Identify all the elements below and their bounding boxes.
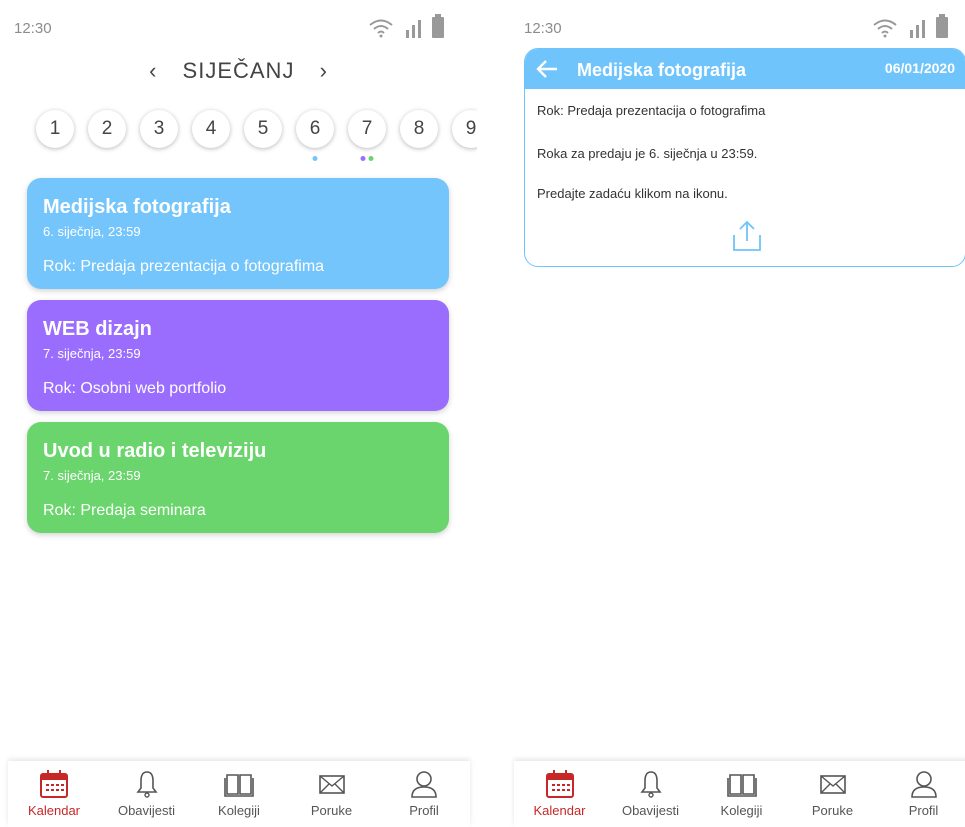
battery-icon [936,14,948,38]
day-number: 8 [413,118,425,139]
nav-label: Poruke [310,803,353,818]
event-dot-green [368,156,374,161]
nav-kolegiji[interactable]: Kolegiji [696,761,787,827]
day-4[interactable]: 4 [192,110,230,148]
nav-profil[interactable]: Profil [378,761,470,827]
event-date: 7. siječnja, 23:59 [43,468,141,483]
prev-month-button[interactable]: ‹ [149,58,157,84]
envelope-icon [819,775,846,794]
nav-label: Obavijesti [117,803,176,818]
wifi-icon [873,19,897,38]
battery-icon [432,14,444,38]
bell-icon [639,771,662,798]
bottom-navigation: Kalendar Obavijesti Kolegiji Poruke Prof… [8,761,470,827]
calendar-icon [545,770,574,798]
upload-icon[interactable] [730,219,764,253]
event-detail-card: Medijska fotografija 06/01/2020 Rok: Pre… [524,48,965,267]
nav-obavijesti[interactable]: Obavijesti [605,761,696,827]
event-dot-purple [360,156,366,161]
day-8[interactable]: 8 [400,110,438,148]
nav-poruke[interactable]: Poruke [787,761,878,827]
event-date: 6. siječnja, 23:59 [43,224,141,239]
nav-kalendar[interactable]: Kalendar [8,761,100,827]
envelope-icon [318,775,345,794]
day-number: 4 [205,118,217,139]
detail-task: Rok: Predaja prezentacija o fotografima [537,103,766,118]
bell-icon [135,771,158,798]
calendar-screen: 12:30 ‹ SIJEČANJ › 1 2 3 4 5 6 7 8 9 Med… [0,0,477,827]
detail-instruction: Predajte zadaću klikom na ikonu. [537,186,728,201]
nav-profil[interactable]: Profil [878,761,965,827]
event-card-medijska-fotografija[interactable]: Medijska fotografija 6. siječnja, 23:59 … [27,178,449,289]
status-time: 12:30 [14,20,52,37]
nav-obavijesti[interactable]: Obavijesti [101,761,193,827]
back-arrow-icon[interactable] [535,56,561,82]
wifi-icon [369,19,393,38]
day-3[interactable]: 3 [140,110,178,148]
day-number: 7 [361,118,373,139]
day-2[interactable]: 2 [88,110,126,148]
day-number: 6 [309,118,321,139]
day-number: 5 [257,118,269,139]
book-icon [224,774,254,797]
event-dots [312,156,318,161]
book-icon [726,774,757,797]
day-number: 1 [49,118,61,139]
next-month-button[interactable]: › [320,58,328,84]
nav-label: Kolegiji [218,803,260,818]
system-icons [368,14,444,38]
nav-label: Kalendar [27,803,81,818]
event-title: Medijska fotografija [43,196,231,218]
nav-label: Profil [908,803,939,818]
status-bar: 12:30 [0,0,477,60]
nav-label: Poruke [811,803,854,818]
bottom-navigation: Kalendar Obavijesti Kolegiji Poruke Prof… [514,761,965,827]
day-number: 9 [465,118,477,139]
day-strip: 1 2 3 4 5 6 7 8 9 [36,110,477,161]
event-detail-screen: 12:30 Medijska fotografija 06/01/2020 Ro… [510,0,965,827]
day-6[interactable]: 6 [296,110,334,161]
day-5[interactable]: 5 [244,110,282,148]
event-task: Rok: Osobni web portfolio [43,380,227,397]
nav-label: Profil [409,803,439,818]
status-time: 12:30 [524,20,562,37]
event-task: Rok: Predaja seminara [43,502,206,519]
system-icons [872,14,948,38]
nav-label: Obavijesti [621,803,680,818]
detail-header: Medijska fotografija 06/01/2020 [525,49,965,89]
detail-date: 06/01/2020 [884,60,955,76]
detail-deadline: Roka za predaju je 6. siječnja u 23:59. [537,146,758,161]
event-task: Rok: Predaja prezentacija o fotografima [43,258,325,275]
event-dots [360,156,374,161]
nav-poruke[interactable]: Poruke [286,761,378,827]
user-icon [910,771,937,798]
day-9[interactable]: 9 [452,110,477,148]
signal-icon [910,20,925,38]
day-7[interactable]: 7 [348,110,386,161]
event-title: Uvod u radio i televiziju [43,440,267,462]
nav-kalendar[interactable]: Kalendar [514,761,605,827]
day-1[interactable]: 1 [36,110,74,148]
event-dot-blue [312,156,318,161]
day-number: 2 [101,118,113,139]
day-number: 3 [153,118,165,139]
nav-label: Kolegiji [720,803,763,818]
event-card-web-dizajn[interactable]: WEB dizajn 7. siječnja, 23:59 Rok: Osobn… [27,300,449,411]
nav-label: Kalendar [533,803,586,818]
event-card-uvod-u-radio[interactable]: Uvod u radio i televiziju 7. siječnja, 2… [27,422,449,533]
detail-title: Medijska fotografija [577,60,747,80]
event-date: 7. siječnja, 23:59 [43,346,141,361]
nav-kolegiji[interactable]: Kolegiji [193,761,285,827]
signal-icon [406,20,421,38]
calendar-icon [40,770,68,798]
month-title: SIJEČANJ [182,58,295,83]
event-title: WEB dizajn [43,318,152,340]
month-navigation: ‹ SIJEČANJ › [0,58,477,84]
user-icon [411,771,437,798]
